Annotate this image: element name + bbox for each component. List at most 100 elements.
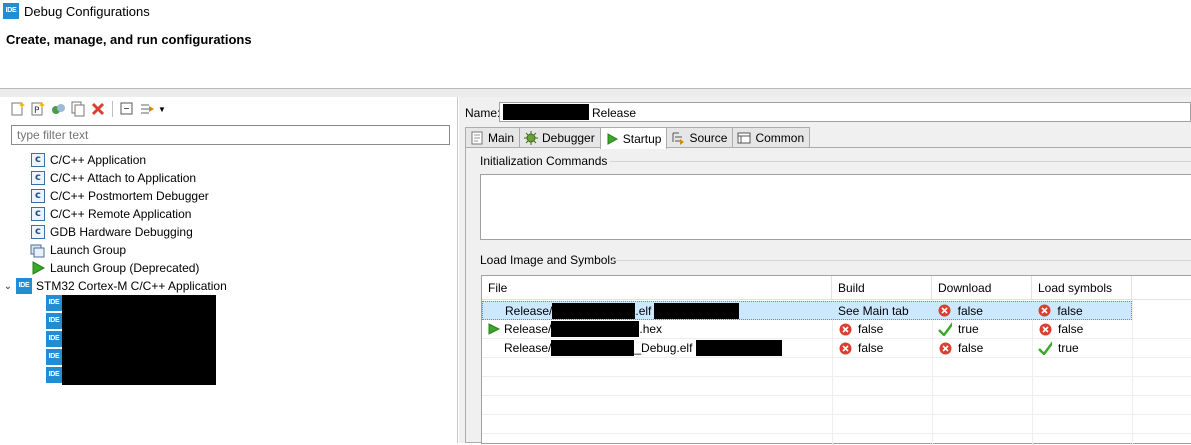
common-tab-icon [737,131,751,145]
load-symbols-value: true [1058,341,1079,355]
initialization-commands-textarea[interactable] [480,174,1191,240]
file-prefix: Release/ [504,341,552,355]
empty-table-row [482,358,1191,377]
configuration-editor-pane: Name: Release Main Debugger Startup Sour… [459,97,1191,445]
cell-download: false [932,301,1032,320]
startup-tab-body: Initialization Commands Load Image and S… [465,147,1191,445]
ide-icon[interactable]: IDE [46,367,62,383]
source-tab-icon [671,131,685,145]
build-value: false [858,341,884,355]
tree-item-label: GDB Hardware Debugging [50,225,193,239]
ide-icon[interactable]: IDE [46,349,62,365]
check-icon [938,322,952,336]
redacted-filename [551,340,635,356]
tree-item-label: Launch Group (Deprecated) [50,261,200,275]
column-header-load-symbols[interactable]: Load symbols [1032,276,1132,300]
file-prefix: Release/ [504,322,552,336]
ide-icon[interactable]: IDE [46,295,62,311]
tab-label: Startup [622,131,662,146]
name-suffix: Release [592,106,637,120]
redacted-name [503,104,589,120]
empty-table-row [482,396,1191,415]
header-band [0,89,1191,97]
filter-icon [141,104,154,114]
column-header-download[interactable]: Download [932,276,1032,300]
group-divider [610,161,1191,162]
empty-table-row [482,415,1191,434]
tree-item-stm32-cortex-m[interactable]: ⌄ IDE STM32 Cortex-M C/C++ Application [0,277,458,295]
startup-tab-icon [605,132,619,146]
duplicate-icon [71,101,85,117]
c-config-icon: c [30,170,46,186]
redacted-child-names [62,295,216,385]
table-row[interactable]: Release/ .hex false true false [482,320,1191,339]
filter-button[interactable] [137,100,157,118]
debugger-tab-icon [524,131,539,145]
c-config-icon: c [30,152,46,168]
ide-icon: IDE [16,278,32,294]
delete-button[interactable] [88,100,108,118]
cell-file: Release/ .elf [483,301,832,320]
file-suffix: _Debug.elf [634,341,693,355]
tree-item-cpp-postmortem[interactable]: c C/C++ Postmortem Debugger [0,187,458,205]
initialization-commands-title: Initialization Commands [480,154,608,168]
tab-startup[interactable]: Startup [599,127,668,149]
error-icon [938,341,952,355]
load-symbols-value: false [1058,322,1084,336]
cell-build: false [832,320,932,339]
new-prototype-button[interactable]: P [28,100,48,118]
tree-item-label: C/C++ Postmortem Debugger [50,189,209,203]
config-tabs: Main Debugger Startup Source Common [465,127,811,149]
tree-item-cpp-attach[interactable]: c C/C++ Attach to Application [0,169,458,187]
tab-common[interactable]: Common [732,127,811,148]
tree-item-cpp-application[interactable]: c C/C++ Application [0,151,458,169]
tab-source[interactable]: Source [666,127,734,148]
cell-download: true [932,320,1032,339]
error-icon [838,322,852,336]
filter-input[interactable] [11,125,450,145]
collapse-all-icon [120,102,133,115]
table-row[interactable]: Release/ .elf See Main tab false false [482,301,1132,320]
name-field[interactable]: Release [499,102,1191,122]
tab-main[interactable]: Main [465,127,521,148]
tab-label: Source [689,131,728,145]
column-header-build[interactable]: Build [832,276,932,300]
cell-load-symbols: false [1031,301,1131,320]
duplicate-button[interactable] [68,100,88,118]
cell-load-symbols: false [1032,320,1132,339]
ide-app-icon: IDE [3,3,19,19]
child-icon-column: IDE IDE IDE IDE IDE [46,295,62,385]
column-header-file[interactable]: File [482,276,832,300]
table-header: File Build Download Load symbols [482,276,1191,300]
table-row[interactable]: Release/ _Debug.elf false false true [482,339,1191,358]
tree-item-label: C/C++ Attach to Application [50,171,197,185]
redacted-path [696,340,783,356]
load-symbols-value: false [1057,303,1083,318]
cell-build: false [832,339,932,358]
error-icon [1038,322,1052,336]
tab-debugger[interactable]: Debugger [519,127,601,148]
cell-download: false [932,339,1032,358]
ide-icon[interactable]: IDE [46,313,62,329]
new-prototype-icon: P [31,102,45,116]
tree-item-cpp-remote[interactable]: c C/C++ Remote Application [0,205,458,223]
tree-item-label: C/C++ Remote Application [50,207,192,221]
new-configuration-button[interactable] [8,100,28,118]
collapse-all-button[interactable] [117,100,137,118]
tree-item-gdb-hardware[interactable]: c GDB Hardware Debugging [0,223,458,241]
cell-file: Release/ _Debug.elf [482,339,832,358]
file-prefix: Release/ [505,303,553,318]
build-value: false [858,322,884,336]
chevron-down-icon[interactable]: ⌄ [0,281,16,292]
file-suffix: .elf [635,303,652,318]
error-icon [838,341,852,355]
tree-item-launch-group-deprecated[interactable]: Launch Group (Deprecated) [0,259,458,277]
chevron-down-icon[interactable]: ▼ [158,105,166,114]
ide-icon[interactable]: IDE [46,331,62,347]
c-config-icon: c [30,188,46,204]
tree-item-launch-group[interactable]: Launch Group [0,241,458,259]
export-button[interactable] [48,100,68,118]
tree-item-label: STM32 Cortex-M C/C++ Application [36,279,227,293]
config-toolbar: P ▼ [8,99,166,119]
error-icon [1037,304,1051,318]
